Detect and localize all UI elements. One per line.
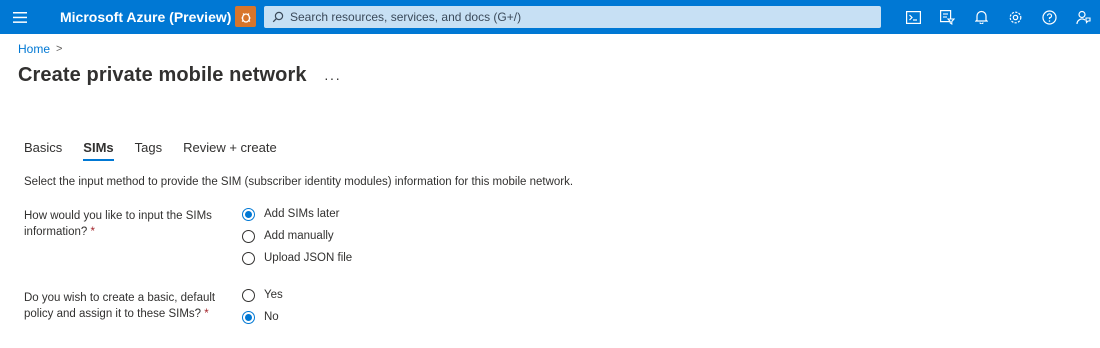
- radio-label: Upload JSON file: [264, 252, 353, 264]
- radio-add-manually[interactable]: Add manually: [242, 225, 352, 247]
- sims-input-radio-group: Add SIMs later Add manually Upload JSON …: [242, 203, 352, 269]
- notifications-icon[interactable]: [964, 0, 998, 34]
- top-bar-icons: [896, 0, 1100, 34]
- breadcrumb: Home >: [18, 42, 62, 56]
- required-marker: *: [204, 308, 209, 320]
- tab-tags[interactable]: Tags: [135, 140, 162, 161]
- tab-review-create[interactable]: Review + create: [183, 140, 277, 161]
- radio-button[interactable]: [242, 251, 255, 265]
- default-policy-label: Do you wish to create a basic, default p…: [24, 290, 215, 322]
- cloud-shell-icon[interactable]: [896, 0, 930, 34]
- top-bar: Microsoft Azure (Preview): [0, 0, 1100, 34]
- radio-add-sims-later[interactable]: Add SIMs later: [242, 203, 352, 225]
- radio-label: Yes: [264, 289, 283, 301]
- sims-input-label-text: information?: [24, 226, 88, 238]
- menu-icon[interactable]: [0, 0, 40, 34]
- radio-button[interactable]: [242, 229, 255, 243]
- directory-filter-icon[interactable]: [930, 0, 964, 34]
- sims-input-label: How would you like to input the SIMs inf…: [24, 208, 212, 240]
- sims-input-label-line1: How would you like to input the SIMs: [24, 210, 212, 222]
- default-policy-radio-group: Yes No: [242, 284, 283, 328]
- wizard-tabs: Basics SIMs Tags Review + create: [24, 140, 298, 161]
- radio-label: No: [264, 311, 279, 323]
- feedback-icon[interactable]: [1066, 0, 1100, 34]
- radio-button-checked[interactable]: [242, 310, 255, 324]
- global-search[interactable]: [264, 6, 881, 28]
- preview-bug-icon[interactable]: [235, 6, 256, 27]
- default-policy-label-line2: policy and assign it to these SIMs? *: [24, 306, 215, 322]
- default-policy-label-line1: Do you wish to create a basic, default: [24, 292, 216, 304]
- radio-label: Add SIMs later: [264, 208, 340, 220]
- search-input[interactable]: [290, 10, 850, 24]
- portal-brand[interactable]: Microsoft Azure (Preview): [60, 9, 231, 25]
- radio-label: Add manually: [264, 230, 334, 242]
- intro-text: Select the input method to provide the S…: [24, 176, 574, 188]
- radio-button[interactable]: [242, 288, 255, 302]
- radio-yes[interactable]: Yes: [242, 284, 283, 306]
- tab-sims[interactable]: SIMs: [83, 140, 114, 161]
- sims-input-label-line2: information? *: [24, 224, 212, 240]
- help-icon[interactable]: [1032, 0, 1066, 34]
- chevron-right-icon: >: [56, 43, 63, 55]
- settings-icon[interactable]: [998, 0, 1032, 34]
- tab-basics[interactable]: Basics: [24, 140, 62, 161]
- page-title: Create private mobile network: [18, 64, 307, 86]
- more-options-button[interactable]: ···: [324, 70, 341, 86]
- breadcrumb-home-link[interactable]: Home: [18, 42, 50, 56]
- radio-no[interactable]: No: [242, 306, 283, 328]
- required-marker: *: [90, 226, 95, 238]
- default-policy-label-text: policy and assign it to these SIMs?: [24, 308, 202, 320]
- search-icon: [272, 11, 284, 23]
- radio-upload-json-file[interactable]: Upload JSON file: [242, 247, 352, 269]
- radio-button-checked[interactable]: [242, 207, 255, 221]
